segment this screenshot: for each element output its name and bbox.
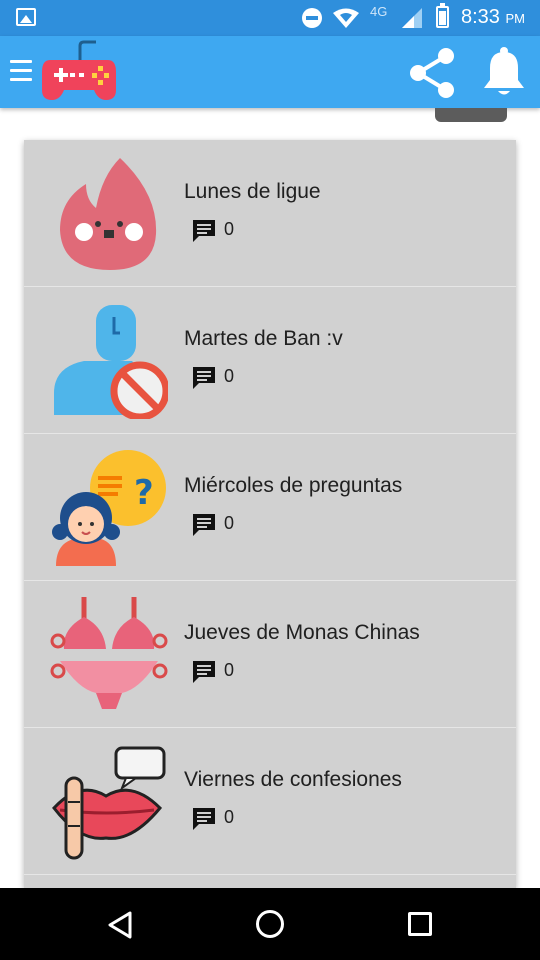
banned-user-icon [54, 305, 168, 419]
clock-time: 8:33 [461, 6, 500, 28]
wifi-icon [333, 8, 359, 28]
item-title: Martes de Ban :v [184, 327, 343, 350]
comment-count: 0 [224, 513, 235, 533]
post-list: Lunes de ligue 0 Martes de Ban :v 0 ? Mi… [24, 140, 516, 888]
hamburger-menu-icon[interactable] [10, 60, 32, 84]
item-title: Viernes de confesiones [184, 768, 402, 791]
system-nav-bar [0, 888, 540, 960]
battery-icon [436, 3, 449, 28]
gallery-notification-icon [16, 8, 36, 26]
app-bar [0, 36, 540, 108]
list-item[interactable]: ? Miércoles de preguntas 0 [24, 434, 516, 581]
clock-ampm: PM [505, 11, 526, 26]
signal-icon [402, 8, 422, 28]
comment-count: 0 [224, 807, 235, 827]
comment-count: 0 [224, 366, 235, 386]
item-title: Lunes de ligue [184, 180, 321, 203]
comment-count: 0 [224, 660, 235, 680]
home-icon[interactable] [256, 910, 284, 938]
recent-apps-icon[interactable] [408, 912, 432, 936]
svg-text:?: ? [134, 473, 154, 513]
clock: 8:33 PM [461, 6, 525, 29]
item-title: Miércoles de preguntas [184, 474, 403, 497]
share-icon[interactable] [406, 46, 460, 100]
gamepad-logo-icon[interactable] [40, 40, 118, 104]
comment-icon [193, 367, 215, 389]
back-icon[interactable] [106, 910, 134, 940]
comment-icon [193, 808, 215, 830]
list-item[interactable]: Viernes de confesiones 0 [24, 728, 516, 875]
question-girl-icon: ? [52, 450, 166, 566]
comment-icon [193, 220, 215, 242]
comment-icon [193, 661, 215, 683]
list-item[interactable]: Martes de Ban :v 0 [24, 287, 516, 434]
lips-secret-icon [52, 746, 166, 860]
bikini-icon [50, 597, 168, 709]
network-type-label: 4G [370, 4, 388, 19]
flame-icon [60, 158, 157, 270]
pull-tab-handle[interactable] [435, 108, 507, 122]
item-title: Jueves de Monas Chinas [184, 621, 420, 644]
list-item[interactable]: Jueves de Monas Chinas 0 [24, 581, 516, 728]
list-item[interactable]: Lunes de ligue 0 [24, 140, 516, 287]
comment-count: 0 [224, 219, 235, 239]
do-not-disturb-icon [302, 8, 322, 28]
status-bar: 4G 8:33 PM [0, 0, 540, 36]
bell-icon[interactable] [482, 46, 526, 98]
comment-icon [193, 514, 215, 536]
